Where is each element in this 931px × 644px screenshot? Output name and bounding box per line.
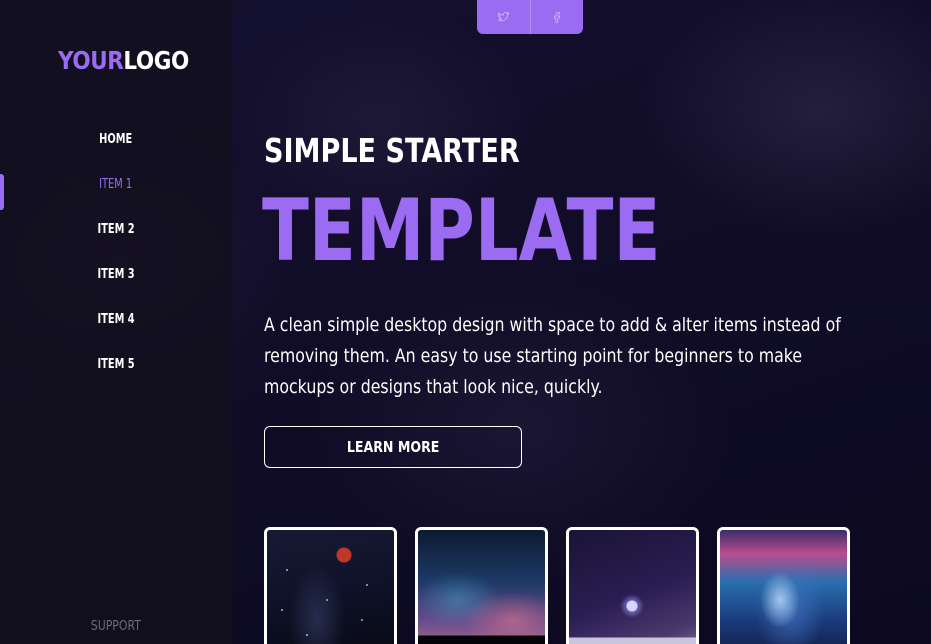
sidebar-nav: HOME ITEM 1 ITEM 2 ITEM 3 ITEM 4 ITEM 5: [0, 127, 232, 397]
blood-moon-image: [267, 530, 394, 644]
sidebar-item-item-4[interactable]: ITEM 4: [0, 307, 232, 352]
sidebar: YOURLOGO HOME ITEM 1 ITEM 2 ITEM 3 ITEM …: [0, 0, 232, 644]
sidebar-item-label: HOME: [99, 132, 133, 147]
logo[interactable]: YOURLOGO: [58, 46, 189, 75]
hero-headline: TEMPLATE: [262, 181, 661, 281]
card-blood-moon[interactable]: [264, 527, 397, 644]
social-tab: [477, 0, 583, 34]
chrome-robot-image: [720, 530, 847, 644]
facebook-button[interactable]: [529, 0, 584, 34]
sidebar-item-label: ITEM 1: [99, 177, 133, 192]
card-snowy-night[interactable]: [566, 527, 699, 644]
snowy-night-image: [569, 530, 696, 644]
card-chrome-robot[interactable]: [717, 527, 850, 644]
support-link[interactable]: SUPPORT: [0, 619, 232, 634]
facebook-icon: [553, 11, 560, 23]
sidebar-item-item-2[interactable]: ITEM 2: [0, 217, 232, 262]
page: YOURLOGO HOME ITEM 1 ITEM 2 ITEM 3 ITEM …: [0, 0, 931, 644]
sidebar-item-label: ITEM 2: [97, 222, 135, 237]
sidebar-item-item-1[interactable]: ITEM 1: [0, 172, 232, 217]
sidebar-item-home[interactable]: HOME: [0, 127, 232, 172]
hero-eyebrow: SIMPLE STARTER: [264, 131, 520, 170]
support-label: SUPPORT: [90, 619, 142, 634]
sidebar-item-label: ITEM 4: [97, 312, 135, 327]
learn-more-label: LEARN MORE: [346, 438, 440, 456]
sidebar-item-label: ITEM 5: [97, 357, 135, 372]
sidebar-item-item-3[interactable]: ITEM 3: [0, 262, 232, 307]
starry-sky-image: [418, 530, 545, 644]
card-starry-sky[interactable]: [415, 527, 548, 644]
learn-more-button[interactable]: LEARN MORE: [264, 426, 522, 468]
sidebar-item-label: ITEM 3: [97, 267, 135, 282]
twitter-icon: [497, 12, 509, 22]
sidebar-item-item-5[interactable]: ITEM 5: [0, 352, 232, 397]
hero-description: A clean simple desktop design with space…: [264, 314, 841, 398]
logo-text: LOGO: [123, 46, 189, 75]
logo-accent: YOUR: [58, 46, 124, 75]
card-gallery: [264, 527, 850, 644]
twitter-button[interactable]: [477, 0, 530, 34]
